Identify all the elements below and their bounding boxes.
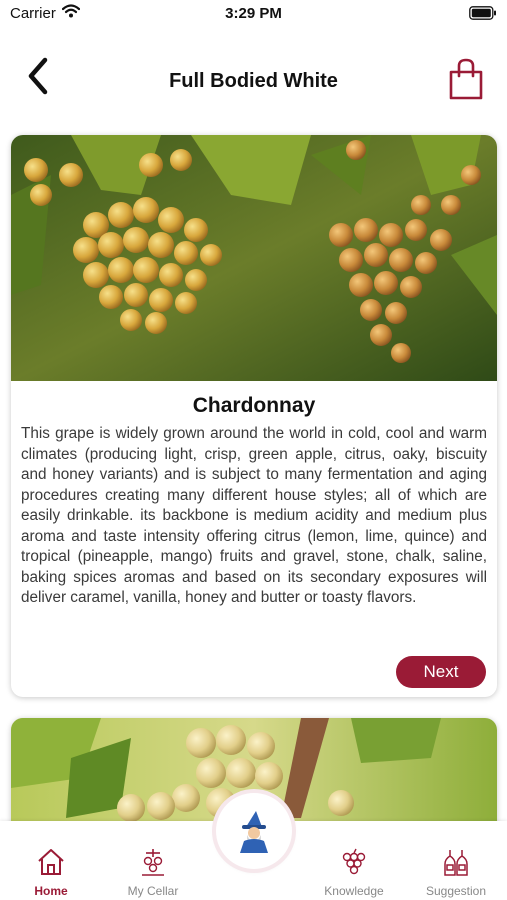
tab-my-cellar-label: My Cellar — [127, 884, 179, 898]
grape-card: Chardonnay This grape is widely grown ar… — [11, 135, 497, 697]
next-button[interactable]: Next — [396, 656, 486, 688]
clock: 3:29 PM — [225, 5, 282, 22]
tab-home[interactable]: Home — [6, 821, 96, 900]
page-title: Full Bodied White — [169, 70, 338, 92]
tab-knowledge-label: Knowledge — [324, 884, 384, 898]
tab-suggestion[interactable]: Suggestion — [411, 821, 501, 900]
wizard-icon — [240, 811, 268, 853]
shopping-bag-icon — [449, 58, 483, 100]
grapes-icon — [342, 848, 366, 875]
grape-title: Chardonnay — [192, 394, 316, 417]
wizard-button[interactable] — [216, 793, 292, 869]
battery-icon — [469, 6, 497, 20]
home-icon — [38, 849, 64, 875]
status-bar: Carrier 3:29 PM — [0, 0, 507, 30]
wine-bottles-icon — [444, 850, 468, 876]
grape-description: This grape is widely grown around the wo… — [21, 425, 487, 606]
grape-photo — [11, 135, 497, 381]
header: Full Bodied White — [0, 50, 507, 110]
tab-knowledge[interactable]: Knowledge — [309, 821, 399, 900]
cart-button[interactable] — [447, 58, 485, 102]
tab-suggestion-label: Suggestion — [425, 884, 487, 898]
tab-my-cellar[interactable]: My Cellar — [108, 821, 198, 900]
cellar-icon — [142, 849, 164, 876]
tab-home-label: Home — [34, 884, 68, 898]
